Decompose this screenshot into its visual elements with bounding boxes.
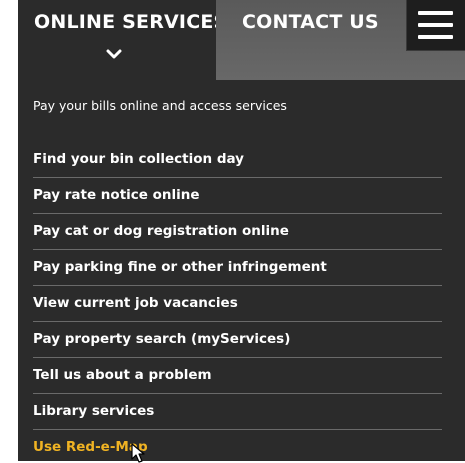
- hamburger-menu-icon-bar-3: [418, 35, 453, 39]
- link-red-e-map[interactable]: Use Red-e-Map: [33, 430, 442, 461]
- services-link-list: Find your bin collection day Pay rate no…: [33, 142, 442, 461]
- hamburger-menu-button[interactable]: [406, 0, 465, 51]
- link-property-search[interactable]: Pay property search (myServices): [33, 322, 442, 358]
- tab-bar: ONLINE SERVICES CONTACT US: [18, 0, 465, 80]
- link-label: Pay cat or dog registration online: [33, 223, 289, 239]
- hamburger-menu-icon: [418, 11, 453, 15]
- services-panel: ONLINE SERVICES CONTACT US Pay your bill…: [18, 0, 465, 461]
- hamburger-menu-icon-bar-2: [418, 23, 453, 27]
- chevron-down-icon: [106, 49, 122, 59]
- link-parking-fine[interactable]: Pay parking fine or other infringement: [33, 250, 442, 286]
- link-label: Find your bin collection day: [33, 151, 244, 167]
- services-intro-text: Pay your bills online and access service…: [33, 98, 287, 113]
- mouse-cursor-icon: [131, 443, 145, 463]
- link-job-vacancies[interactable]: View current job vacancies: [33, 286, 442, 322]
- tab-online-services-label: ONLINE SERVICES: [34, 11, 228, 33]
- link-pet-registration[interactable]: Pay cat or dog registration online: [33, 214, 442, 250]
- link-label: Tell us about a problem: [33, 367, 212, 383]
- link-label: Pay parking fine or other infringement: [33, 259, 327, 275]
- link-label: Pay property search (myServices): [33, 331, 291, 347]
- link-report-problem[interactable]: Tell us about a problem: [33, 358, 442, 394]
- link-pay-rate-notice[interactable]: Pay rate notice online: [33, 178, 442, 214]
- link-label: View current job vacancies: [33, 295, 238, 311]
- tab-online-services[interactable]: ONLINE SERVICES: [18, 0, 227, 80]
- link-library-services[interactable]: Library services: [33, 394, 442, 430]
- link-label: Library services: [33, 403, 155, 419]
- link-bin-collection[interactable]: Find your bin collection day: [33, 142, 442, 178]
- link-label: Pay rate notice online: [33, 187, 200, 203]
- tab-contact-us-label: CONTACT US: [242, 11, 379, 33]
